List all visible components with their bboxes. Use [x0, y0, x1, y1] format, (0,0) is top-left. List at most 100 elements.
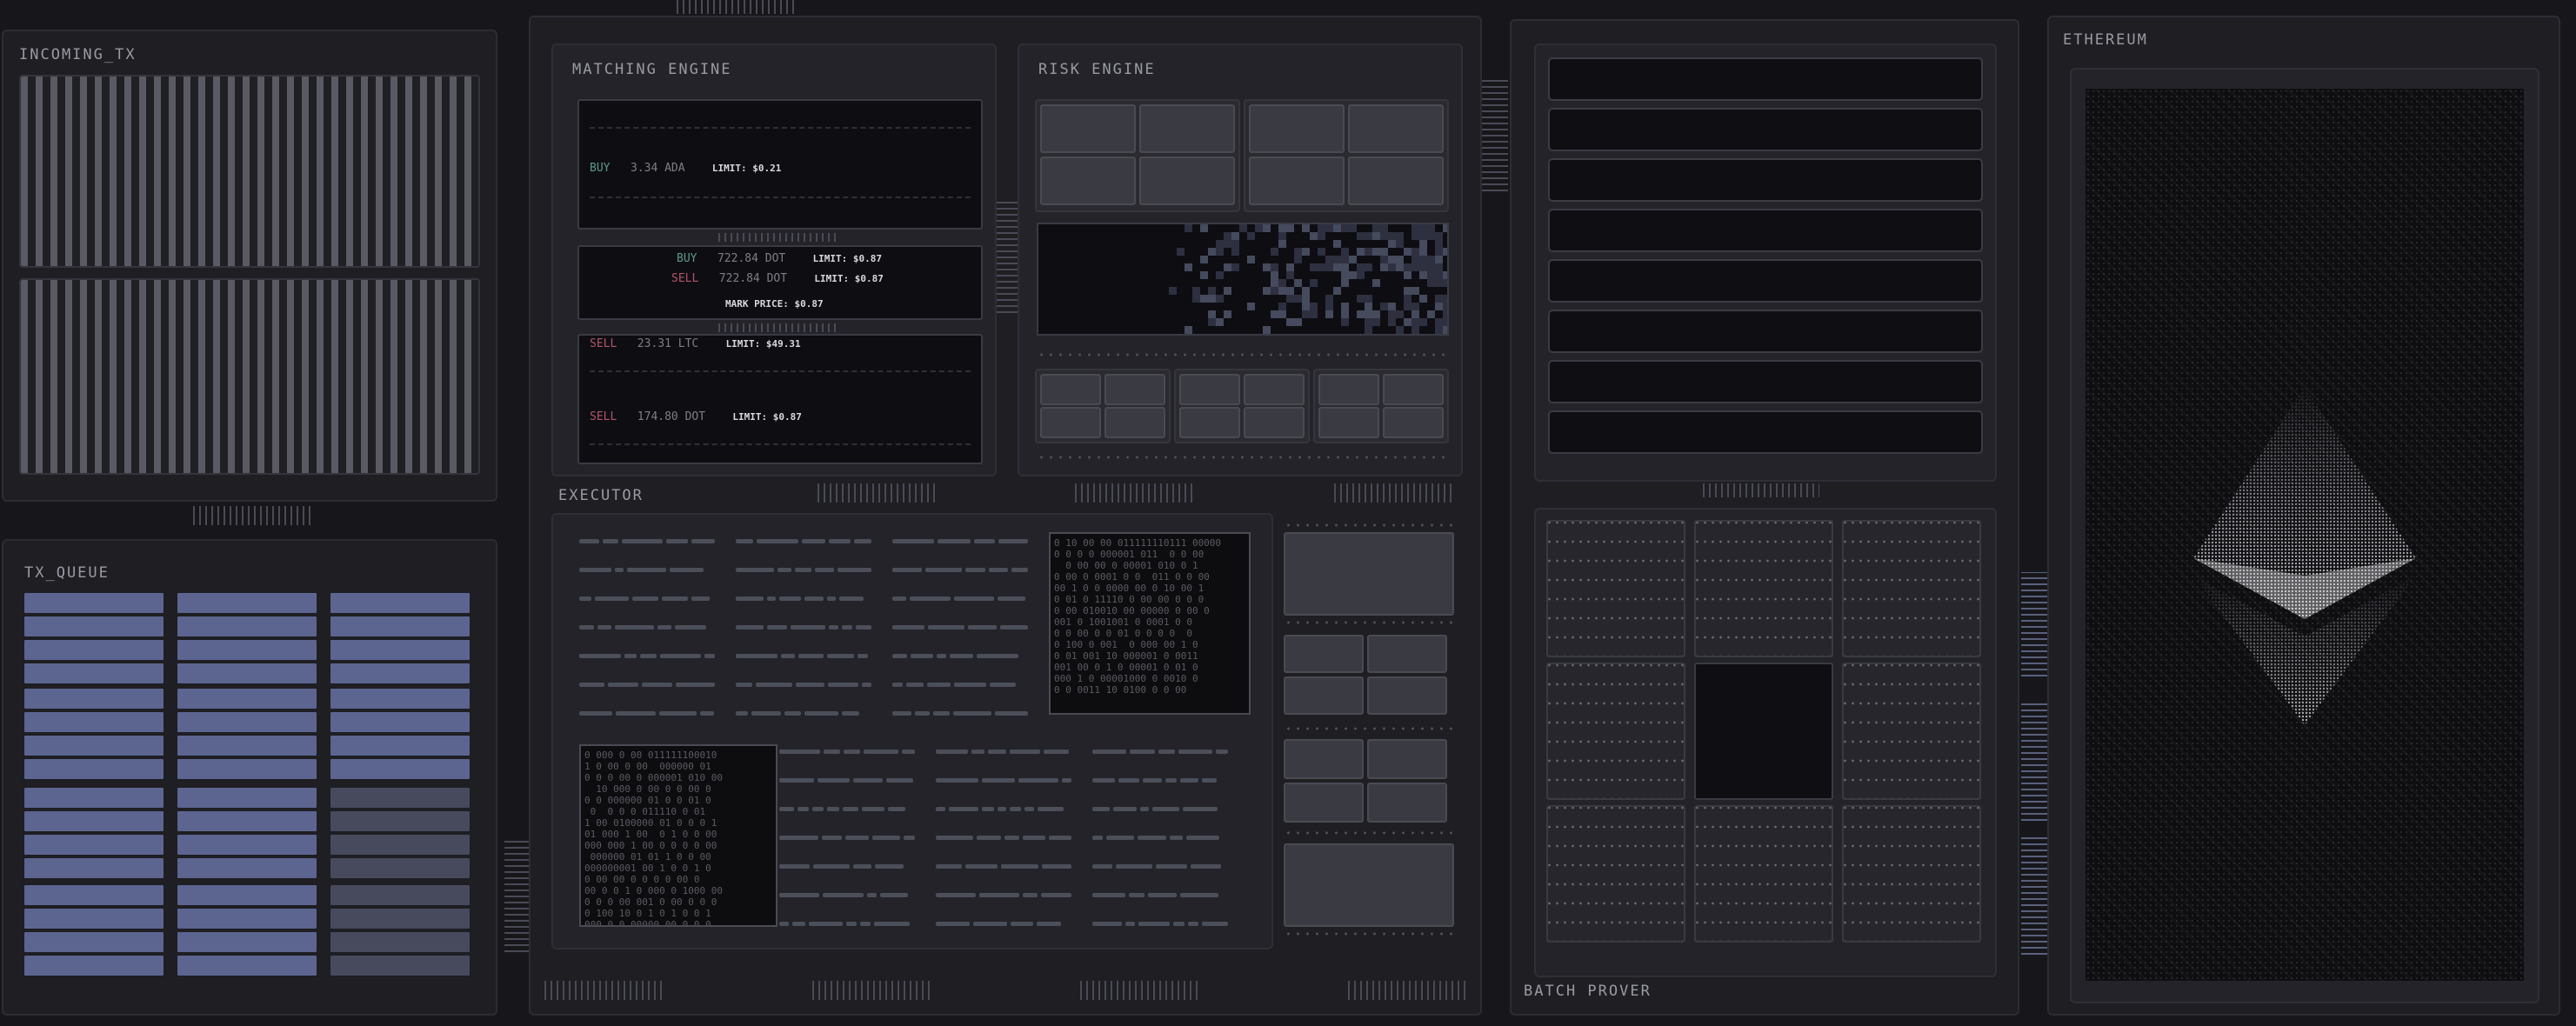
heatmap-cell [1404, 303, 1411, 310]
heatmap-cell [1318, 248, 1325, 256]
executor-slot [1367, 783, 1447, 823]
heatmap-cell [1427, 224, 1435, 232]
code-dash [904, 836, 915, 840]
executor-slot [1367, 635, 1447, 673]
incoming-tx-title: INCOMING_TX [19, 46, 137, 63]
heatmap-cell [1388, 232, 1396, 240]
heatmap-cell [1271, 334, 1278, 336]
heatmap-cell [1263, 263, 1271, 271]
code-dash [1191, 864, 1221, 869]
order-limit: LIMIT: $0.87 [812, 253, 883, 264]
queue-block [177, 932, 317, 952]
heatmap-cell [1388, 334, 1396, 336]
code-dash [632, 596, 658, 601]
heatmap-cell [1427, 279, 1435, 287]
code-dash [936, 778, 978, 783]
heatmap-cell [1263, 224, 1271, 232]
heatmap-cell [1286, 271, 1294, 279]
code-dash [767, 596, 776, 601]
heatmap-cell [1169, 287, 1177, 295]
code-dash [858, 654, 868, 658]
heatmap-cell [1411, 303, 1419, 310]
tx-queue-title: TX_QUEUE [24, 564, 110, 582]
heatmap-cell [1333, 224, 1341, 232]
heatmap-cell [1396, 310, 1404, 318]
risk-tile [1348, 157, 1444, 205]
risk-tile [1139, 157, 1235, 205]
code-dash [971, 750, 984, 754]
code-dash [608, 683, 638, 687]
heatmap-cell [1357, 310, 1365, 318]
heatmap-cell [1286, 287, 1294, 295]
order-side: SELL [590, 410, 617, 423]
code-dash [804, 711, 838, 716]
heatmap-cell [1388, 256, 1396, 263]
prover-grid [1534, 508, 1997, 977]
heatmap-cell [1294, 295, 1302, 303]
queue-block [330, 736, 470, 756]
heatmap-cell [1310, 310, 1318, 318]
heatmap-cell [1177, 334, 1185, 336]
heatmap-cell [1216, 318, 1224, 326]
code-dash [828, 683, 858, 687]
heatmap-cell [1349, 271, 1357, 279]
heatmap-cell [1372, 224, 1380, 232]
executor-dot-row [1284, 930, 1454, 937]
heatmap-cell [1286, 318, 1294, 326]
code-dash [844, 750, 860, 754]
code-dash [1049, 836, 1071, 840]
code-dash [995, 711, 1028, 716]
processing-bottom-ribs-3 [1080, 981, 1202, 1000]
heatmap-cell [1224, 240, 1231, 248]
heatmap-cell [1318, 224, 1325, 232]
heatmap-cell [1396, 240, 1404, 248]
code-dash [973, 922, 1007, 926]
risk-engine-title: RISK ENGINE [1038, 61, 1156, 78]
batch-slot [1548, 57, 1983, 101]
heatmap-cell [1435, 326, 1443, 334]
order-limit: LIMIT: $0.87 [814, 273, 884, 284]
risk-tile [1040, 374, 1101, 405]
heatmap-cell [1310, 279, 1318, 287]
code-dash [968, 625, 997, 630]
heatmap-cell [1185, 263, 1192, 271]
code-dash [1140, 807, 1149, 811]
heatmap-cell [1411, 232, 1419, 240]
heatmap-cell [1341, 279, 1349, 287]
code-dash [892, 654, 907, 658]
heatmap-cell [1231, 263, 1239, 271]
heatmap-cell [1216, 248, 1224, 256]
code-dash [779, 836, 818, 840]
code-dash [1152, 807, 1179, 811]
risk-tile [1383, 374, 1444, 405]
heatmap-cell [1271, 248, 1278, 256]
code-dash [579, 683, 604, 687]
code-dash [1138, 836, 1166, 840]
heatmap-cell [1325, 303, 1333, 310]
code-dash [892, 711, 911, 716]
queue-block [24, 885, 164, 905]
code-dash [1092, 922, 1122, 926]
risk-tile [1383, 407, 1444, 438]
prover-cell [1842, 520, 1981, 657]
heatmap-cell [1224, 287, 1231, 295]
executor-slot [1284, 676, 1364, 715]
executor-slot [1284, 635, 1364, 673]
heatmap-cell [1411, 318, 1419, 326]
code-dash [756, 683, 792, 687]
heatmap-cell [1435, 248, 1443, 256]
processing-bottom-ribs-1 [544, 981, 666, 1000]
code-dash [579, 539, 599, 543]
code-dash [938, 539, 971, 543]
executor-code-bottom: 0 000 0 00 011111100010 1 0 00 0 00 0000… [579, 744, 777, 927]
code-dash [915, 711, 930, 716]
heatmap-cell [1310, 303, 1318, 310]
queue-block [177, 640, 317, 660]
heatmap-cell [1411, 287, 1419, 295]
code-dash [795, 568, 811, 572]
code-dash [829, 539, 851, 543]
prover-cell [1694, 520, 1833, 657]
code-dash [989, 568, 1008, 572]
queue-block [330, 835, 470, 855]
order-limit: LIMIT: $49.31 [725, 338, 801, 350]
